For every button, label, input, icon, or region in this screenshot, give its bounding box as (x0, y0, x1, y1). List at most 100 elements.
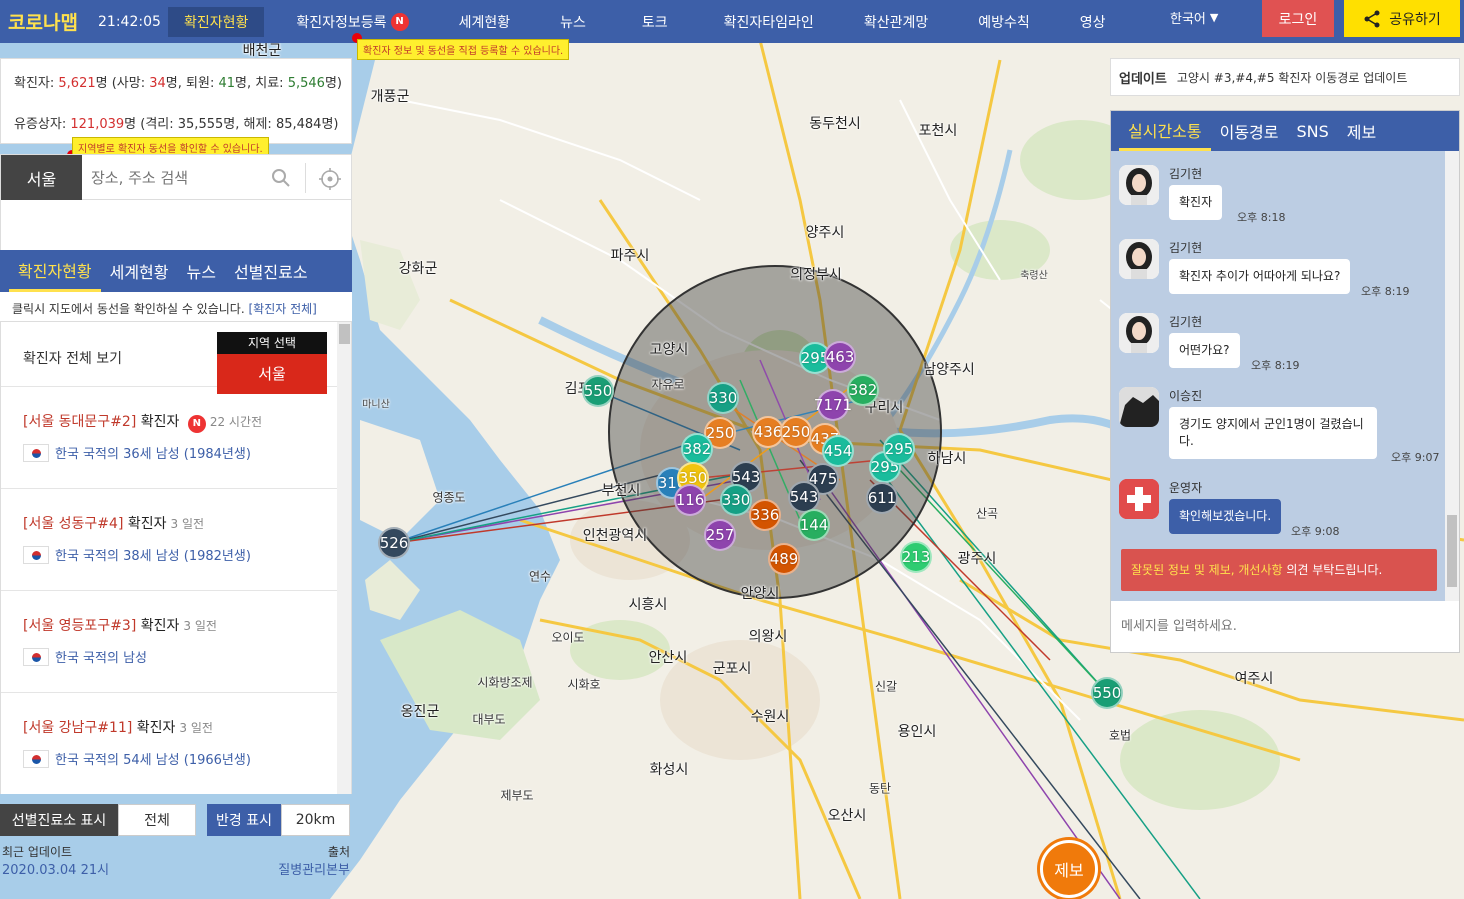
map-place-label: 의정부시 (790, 267, 842, 283)
map-place-label: 신갈 (874, 679, 898, 694)
map-marker[interactable]: 526 (378, 527, 410, 559)
map-place-label: 양주시 (805, 225, 845, 241)
chat-input[interactable] (1121, 611, 1441, 641)
map-marker[interactable]: 463 (824, 341, 856, 373)
tab-confirmed[interactable]: 확진자현황 (9, 250, 101, 292)
map-marker[interactable]: 144 (798, 509, 830, 541)
map-marker[interactable]: 550 (1091, 677, 1123, 709)
map-place-label: 오이도 (551, 630, 585, 645)
region-select-header: 지역 선택 (217, 332, 327, 354)
clinic-filter-select[interactable]: 전체 (118, 804, 196, 836)
list-scrollbar[interactable] (337, 322, 351, 794)
city-select-button[interactable]: 서울 (1, 155, 82, 201)
clinic-toggle-button[interactable]: 선별진료소 표시 (0, 804, 118, 836)
treatment-label: 치료: (255, 76, 284, 91)
map-place-label: 의왕시 (748, 629, 788, 645)
tab-sns[interactable]: SNS (1288, 111, 1338, 151)
unit-label: 명 (223, 117, 236, 132)
share-button[interactable]: 공유하기 (1344, 0, 1460, 37)
chat-bubble: 확인해보겠습니다. (1169, 499, 1282, 534)
map-marker[interactable]: 330 (720, 484, 752, 516)
nav-register-info[interactable]: 확진자정보등록 N (288, 7, 416, 37)
nav-label: 뉴스 (560, 14, 586, 31)
map-marker[interactable]: 611 (866, 482, 898, 514)
map-marker[interactable]: 454 (822, 435, 854, 467)
nav-label: 예방수칙 (978, 14, 1030, 31)
map-marker[interactable]: 213 (900, 541, 932, 573)
region-select[interactable]: 지역 선택 서울 (217, 332, 327, 394)
map-marker[interactable]: 257 (704, 519, 736, 551)
unit-label: 명 (95, 76, 108, 91)
case-type: 확진자 (127, 516, 167, 532)
map-place-label: 동탄 (868, 781, 892, 796)
chat-tab-bar: 실시간소통 이동경로 SNS 제보 (1111, 111, 1459, 151)
nav-confirmed-status[interactable]: 확진자현황 (168, 6, 265, 37)
map-place-label: 파주시 (610, 248, 650, 264)
chat-bubble: 경기도 양지에서 군인1명이 걸렸습니다. (1169, 407, 1377, 459)
map-marker[interactable]: 295 (883, 433, 915, 465)
map-marker[interactable]: 550 (582, 375, 614, 407)
scrollbar-thumb[interactable] (1447, 515, 1457, 587)
map-place-label: 남양주시 (923, 362, 975, 378)
operator-avatar (1119, 479, 1159, 519)
case-title: [서울 성동구#4] 확진자 3 일전 (23, 513, 204, 533)
all-cases-row[interactable]: 확진자 전체 보기 지역 선택 서울 (1, 322, 337, 394)
nav-network[interactable]: 확산관계망 (856, 7, 936, 37)
report-button[interactable]: 제보 (1040, 840, 1098, 898)
tab-world[interactable]: 세계현황 (101, 250, 178, 292)
language-select[interactable]: 한국어 ▼ (1170, 8, 1218, 27)
map-marker[interactable]: 382 (681, 433, 713, 465)
nav-news[interactable]: 뉴스 (552, 7, 594, 37)
list-item[interactable]: [서울 성동구#4] 확진자 3 일전 한국 국적의 38세 남성 (1982년생… (1, 489, 337, 591)
tab-report[interactable]: 제보 (1338, 111, 1385, 151)
map-marker[interactable]: 382 (847, 374, 879, 406)
map-place-label: 대부도 (472, 712, 506, 727)
all-confirmed-link[interactable]: [확진자 전체] (248, 302, 316, 316)
case-title: [서울 영등포구#3] 확진자 3 일전 (23, 615, 217, 635)
chat-scrollbar[interactable] (1445, 151, 1459, 601)
map-marker[interactable]: 489 (768, 543, 800, 575)
new-badge: N (187, 414, 206, 433)
nav-label: 세계현황 (458, 14, 511, 31)
list-item[interactable]: [서울 영등포구#3] 확진자 3 일전 한국 국적의 남성 (1, 591, 337, 693)
nav-prevention[interactable]: 예방수칙 (970, 7, 1038, 37)
tab-routes[interactable]: 이동경로 (1211, 111, 1288, 151)
map-marker[interactable]: 7171 (814, 389, 852, 421)
map-place-label: 시화방조제 (477, 675, 533, 690)
suspected-label: 유증상자: (14, 117, 67, 132)
locate-icon[interactable] (319, 168, 341, 190)
radius-select[interactable]: 20km (281, 804, 350, 836)
nav-video[interactable]: 영상 (1072, 7, 1114, 37)
map-place-label: 옹진군 (400, 704, 440, 720)
nav-talk[interactable]: 토크 (634, 7, 676, 37)
search-input[interactable] (91, 163, 261, 193)
map-marker[interactable]: 336 (749, 499, 781, 531)
radius-toggle-button[interactable]: 반경 표시 (207, 804, 281, 836)
map-marker[interactable]: 250 (780, 416, 812, 448)
case-region: [서울 성동구#4] (23, 516, 124, 532)
feedback-notice[interactable]: 잘못된 정보 및 제보, 개선사항 의견 부탁드립니다. (1121, 549, 1437, 591)
list-item[interactable]: [서울 강남구#11] 확진자 3 일전 한국 국적의 54세 남성 (1966년… (1, 693, 337, 794)
tab-news[interactable]: 뉴스 (178, 250, 225, 292)
tab-live-chat[interactable]: 실시간소통 (1119, 111, 1211, 151)
map-place-label: 강화군 (398, 261, 438, 277)
nav-timeline[interactable]: 확진자타임라인 (716, 7, 822, 37)
map-place-label: 마니산 (362, 399, 390, 411)
map-place-label: 부천시 (601, 483, 641, 499)
tab-clinics[interactable]: 선별진료소 (225, 250, 317, 292)
search-icon[interactable] (271, 168, 291, 188)
list-item[interactable]: [서울 동대문구#2] 확진자 N 22 시간전 한국 국적의 36세 남성 (1… (1, 387, 337, 489)
avatar (1119, 165, 1159, 205)
login-button[interactable]: 로그인 (1262, 0, 1334, 37)
map-marker[interactable]: 330 (707, 382, 739, 414)
chat-username: 이승진 (1169, 389, 1203, 403)
scrollbar-thumb[interactable] (339, 324, 350, 344)
nav-label: 영상 (1079, 14, 1106, 31)
map-marker[interactable]: 116 (674, 484, 706, 516)
korea-flag-icon (23, 647, 49, 666)
source-link[interactable]: 질병관리본부 (278, 859, 350, 878)
nav-world-status[interactable]: 세계현황 (451, 7, 519, 37)
update-bar[interactable]: 업데이트 고양시 #3,#4,#5 확진자 이동경로 업데이트 (1110, 58, 1460, 96)
site-logo[interactable]: 코로나맵 (8, 8, 98, 35)
register-tooltip: 확진자 정보 및 동선을 직접 등록할 수 있습니다. (357, 39, 570, 60)
